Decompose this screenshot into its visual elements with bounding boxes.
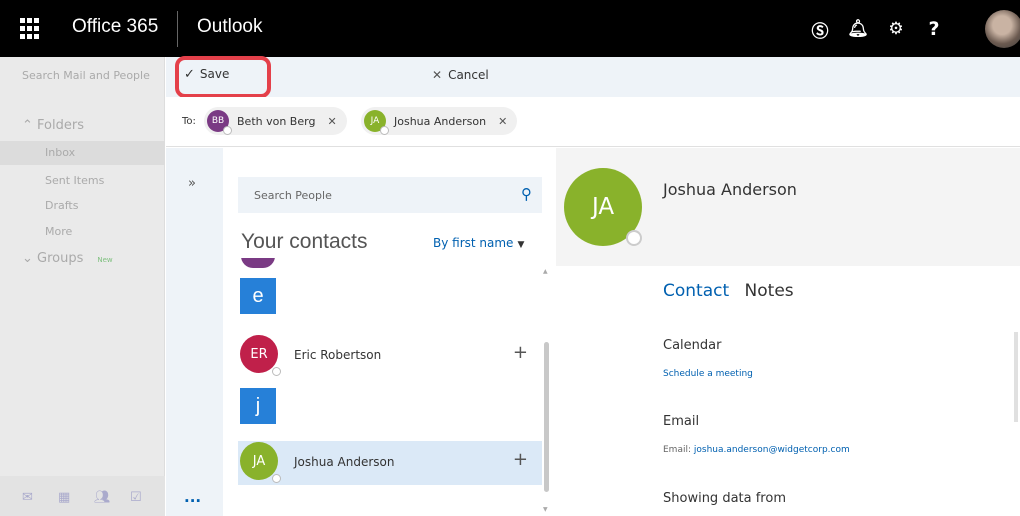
contact-avatar: ER (240, 335, 281, 376)
chevron-up-icon: ⌃ (22, 118, 38, 133)
email-label: Email: (663, 445, 692, 455)
people-search-placeholder: Search People (254, 189, 332, 202)
sort-dropdown[interactable]: By first name ▼ (433, 236, 524, 250)
contact-avatar: JA (240, 442, 281, 483)
calendar-icon[interactable]: ▦ (58, 490, 70, 505)
scroll-down-icon[interactable]: ▼ (543, 506, 548, 513)
contact-row[interactable]: ER Eric Robertson + (238, 334, 542, 378)
scroll-up-icon[interactable]: ▲ (543, 268, 548, 275)
remove-recipient-icon[interactable]: ✕ (498, 115, 507, 128)
cancel-button[interactable]: ✕ Cancel (432, 68, 489, 82)
remove-recipient-icon[interactable]: ✕ (327, 115, 336, 128)
folder-sent-items[interactable]: Sent Items (45, 174, 104, 187)
people-icon[interactable]: 👥︎ (94, 490, 111, 505)
recipient-avatar: BB (207, 110, 232, 135)
main-area: » ··· Search People ⚲ Your contacts By f… (166, 148, 1020, 516)
presence-icon (272, 367, 281, 376)
presence-icon (223, 126, 232, 135)
groups-new-link[interactable]: New (97, 256, 112, 264)
folder-drafts[interactable]: Drafts (45, 199, 78, 212)
contact-list-scrollbar[interactable]: ▲ ▼ (542, 268, 551, 516)
contact-detail-name: Joshua Anderson (663, 180, 797, 199)
caret-down-icon: ▼ (517, 240, 525, 250)
skype-icon[interactable]: Ⓢ (801, 10, 839, 48)
schedule-meeting-link[interactable]: Schedule a meeting (663, 369, 753, 379)
folder-inbox[interactable]: Inbox (45, 146, 75, 159)
recipient-name: Joshua Anderson (394, 114, 487, 128)
cancel-label: Cancel (448, 68, 489, 82)
sort-label: By first name (433, 236, 514, 250)
office365-brand[interactable]: Office 365 (72, 16, 158, 38)
add-contact-icon[interactable]: + (513, 342, 528, 363)
scroll-thumb[interactable] (544, 342, 549, 492)
expand-chevron-icon[interactable]: » (188, 176, 196, 191)
groups-header[interactable]: ⌄ Groups New (22, 251, 113, 266)
save-highlight-annotation (175, 56, 271, 98)
close-icon: ✕ (432, 68, 443, 82)
add-contact-icon[interactable]: + (513, 449, 528, 470)
contact-list: e ER Eric Robertson + j JA Joshua Anders… (238, 258, 542, 516)
folders-header[interactable]: ⌃ Folders (22, 118, 84, 133)
bell-icon[interactable]: 🔔︎ (839, 10, 877, 48)
contact-row[interactable]: JA Joshua Anderson + (238, 441, 542, 485)
presence-icon (626, 230, 642, 246)
email-link[interactable]: joshua.anderson@widgetcorp.com (694, 445, 850, 455)
to-label: To: (182, 116, 196, 127)
app-name[interactable]: Outlook (197, 16, 262, 38)
contact-header: JA Joshua Anderson (556, 148, 1020, 266)
search-icon[interactable]: ⚲ (521, 185, 532, 203)
people-pane: Search People ⚲ Your contacts By first n… (223, 148, 556, 516)
contact-name: Eric Robertson (294, 348, 382, 362)
email-heading: Email (663, 414, 700, 429)
inbox-row-highlight (0, 141, 165, 165)
collapse-strip: » ··· (166, 148, 223, 516)
recipient-chip[interactable]: BB Beth von Berg ✕ (204, 107, 347, 135)
gear-icon[interactable]: ⚙ (877, 10, 915, 48)
folder-more[interactable]: More (45, 225, 72, 238)
app-launcher-icon[interactable] (20, 18, 42, 40)
more-options-icon[interactable]: ··· (184, 492, 201, 510)
contact-name: Joshua Anderson (294, 455, 395, 469)
showing-data-heading: Showing data from (663, 491, 786, 506)
tab-notes[interactable]: Notes (745, 281, 794, 301)
module-switcher: ✉ ▦ 👥︎ ☑ (0, 476, 165, 516)
recipient-name: Beth von Berg (237, 114, 316, 128)
detail-scrollbar[interactable] (1014, 332, 1018, 422)
chevron-down-icon: ⌄ (22, 251, 38, 266)
contact-detail-avatar: JA (564, 168, 642, 246)
presence-icon (272, 474, 281, 483)
tasks-icon[interactable]: ☑ (130, 490, 142, 505)
left-nav: Search Mail and People ⌃ Folders Inbox S… (0, 57, 165, 516)
presence-icon (380, 126, 389, 135)
command-bar: ✓ Save ✕ Cancel (166, 57, 1020, 97)
recipient-avatar: JA (364, 110, 389, 135)
contact-avatar-partial (241, 258, 275, 268)
email-line: Email: joshua.anderson@widgetcorp.com (663, 445, 850, 455)
calendar-heading: Calendar (663, 338, 722, 353)
recipient-chip[interactable]: JA Joshua Anderson ✕ (361, 107, 518, 135)
contacts-title: Your contacts (241, 230, 368, 253)
groups-label: Groups (37, 251, 84, 266)
folders-label: Folders (37, 118, 84, 133)
tab-contact[interactable]: Contact (663, 281, 729, 301)
topbar-divider (177, 11, 178, 47)
letter-header[interactable]: j (240, 388, 276, 424)
mail-icon[interactable]: ✉ (22, 490, 33, 505)
help-icon[interactable]: ? (915, 10, 953, 48)
user-avatar[interactable] (985, 10, 1020, 48)
recipients-row: To: BB Beth von Berg ✕ JA Joshua Anderso… (166, 97, 1020, 147)
detail-tabs: Contact Notes (663, 281, 794, 301)
contact-detail-pane: JA Joshua Anderson Contact Notes Calenda… (556, 148, 1020, 516)
mail-search-input[interactable]: Search Mail and People (22, 69, 150, 82)
top-bar: Office 365 Outlook Ⓢ 🔔︎ ⚙ ? (0, 0, 1020, 57)
people-search-input[interactable]: Search People ⚲ (238, 177, 542, 213)
letter-header[interactable]: e (240, 278, 276, 314)
